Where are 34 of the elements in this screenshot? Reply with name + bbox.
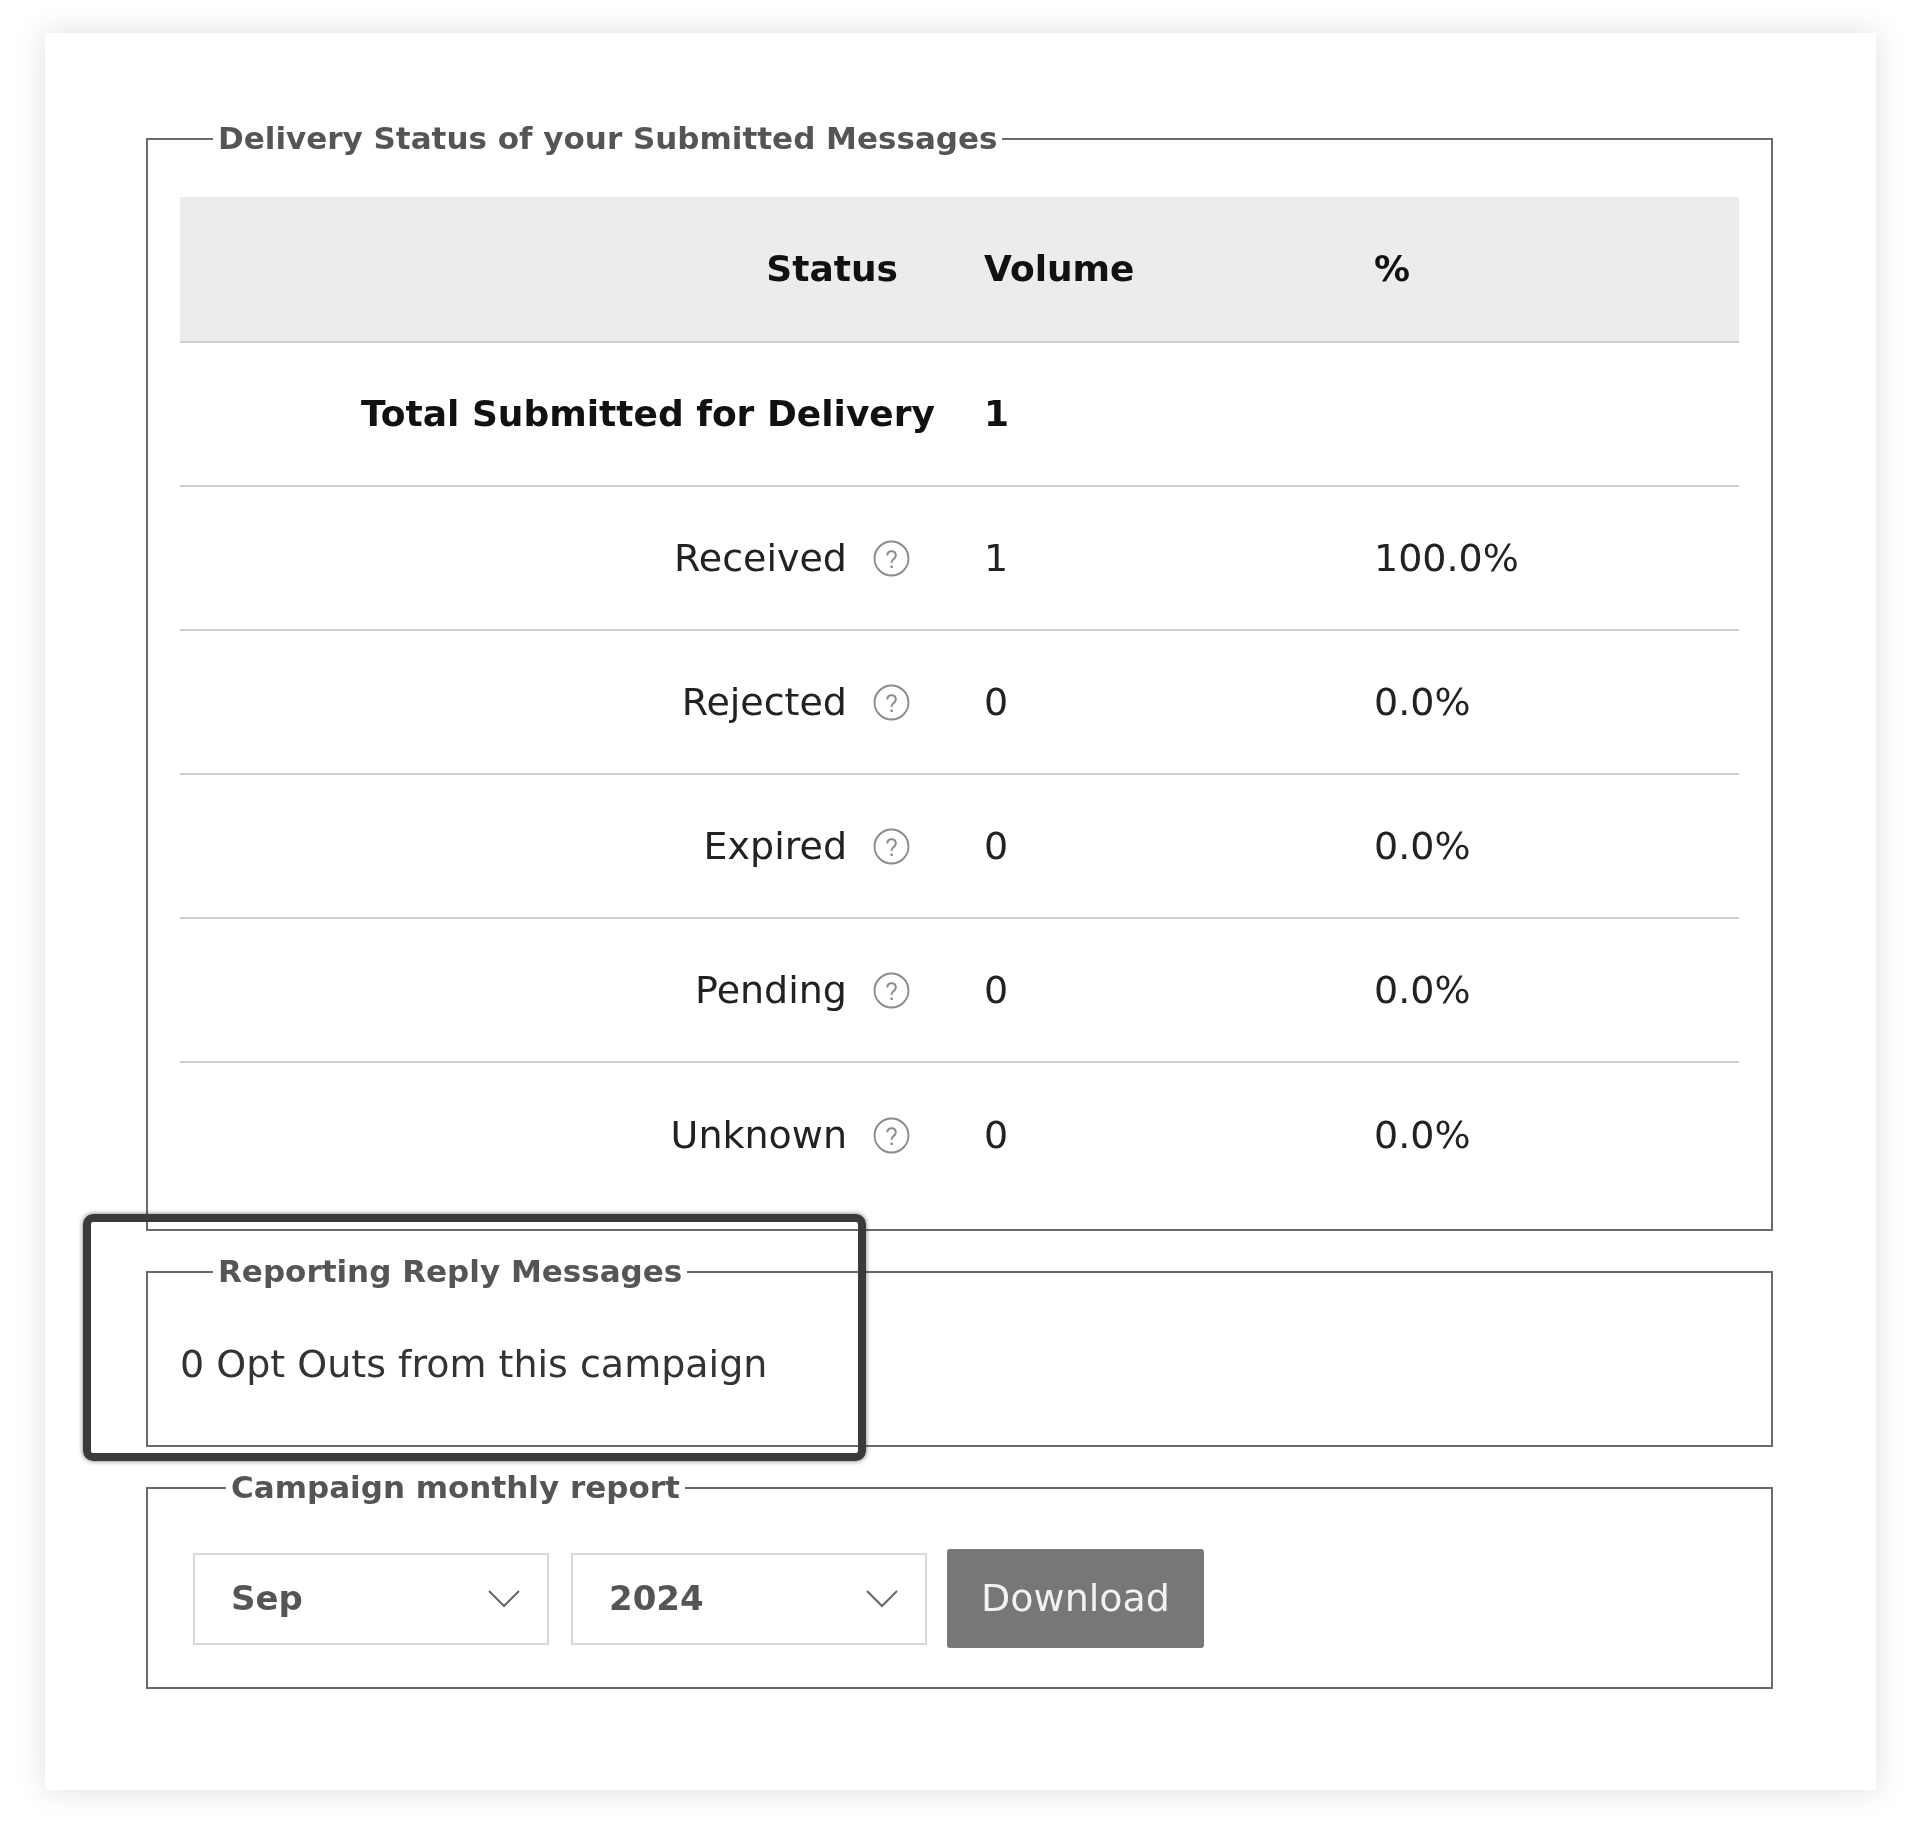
section-title: Delivery Status of your Submitted Messages bbox=[217, 120, 999, 157]
percent-value: 0.0% bbox=[1374, 1112, 1471, 1157]
status-label: Total Submitted for Delivery bbox=[361, 392, 935, 436]
section-title: Reporting Reply Messages bbox=[217, 1253, 684, 1290]
volume-value: 0 bbox=[984, 823, 1009, 868]
column-header: Volume bbox=[984, 248, 1135, 289]
status-label: Received bbox=[674, 534, 847, 582]
volume-value: 0 bbox=[984, 679, 1009, 724]
column-header: % bbox=[1374, 248, 1411, 289]
year-select[interactable]: 2024 bbox=[571, 1552, 927, 1645]
section-title: Campaign monthly report bbox=[230, 1469, 681, 1506]
volume-value: 1 bbox=[984, 393, 1010, 434]
percent-value: 0.0% bbox=[1374, 679, 1471, 724]
status-label: Pending bbox=[695, 966, 847, 1014]
opt-outs-text: 0 Opt Outs from this campaign bbox=[180, 1341, 768, 1388]
status-label: Rejected bbox=[681, 678, 847, 726]
help-icon[interactable] bbox=[873, 683, 910, 721]
percent-value: 0.0% bbox=[1374, 823, 1471, 868]
percent-value: 0.0% bbox=[1374, 967, 1471, 1012]
status-label: Unknown bbox=[670, 1111, 847, 1159]
percent-value: 100.0% bbox=[1374, 535, 1519, 580]
chevron-down-icon bbox=[488, 1589, 520, 1608]
volume-value: 0 bbox=[984, 1112, 1009, 1157]
volume-value: 1 bbox=[984, 535, 1009, 580]
help-icon[interactable] bbox=[873, 1116, 910, 1154]
help-icon[interactable] bbox=[873, 827, 910, 865]
download-button[interactable]: Download bbox=[947, 1549, 1204, 1648]
month-select[interactable]: Sep bbox=[193, 1552, 549, 1645]
status-label: Expired bbox=[703, 822, 847, 870]
help-icon[interactable] bbox=[873, 539, 910, 577]
help-icon[interactable] bbox=[873, 971, 910, 1009]
column-header: Status bbox=[766, 247, 898, 291]
volume-value: 0 bbox=[984, 967, 1009, 1012]
chevron-down-icon bbox=[866, 1589, 898, 1608]
